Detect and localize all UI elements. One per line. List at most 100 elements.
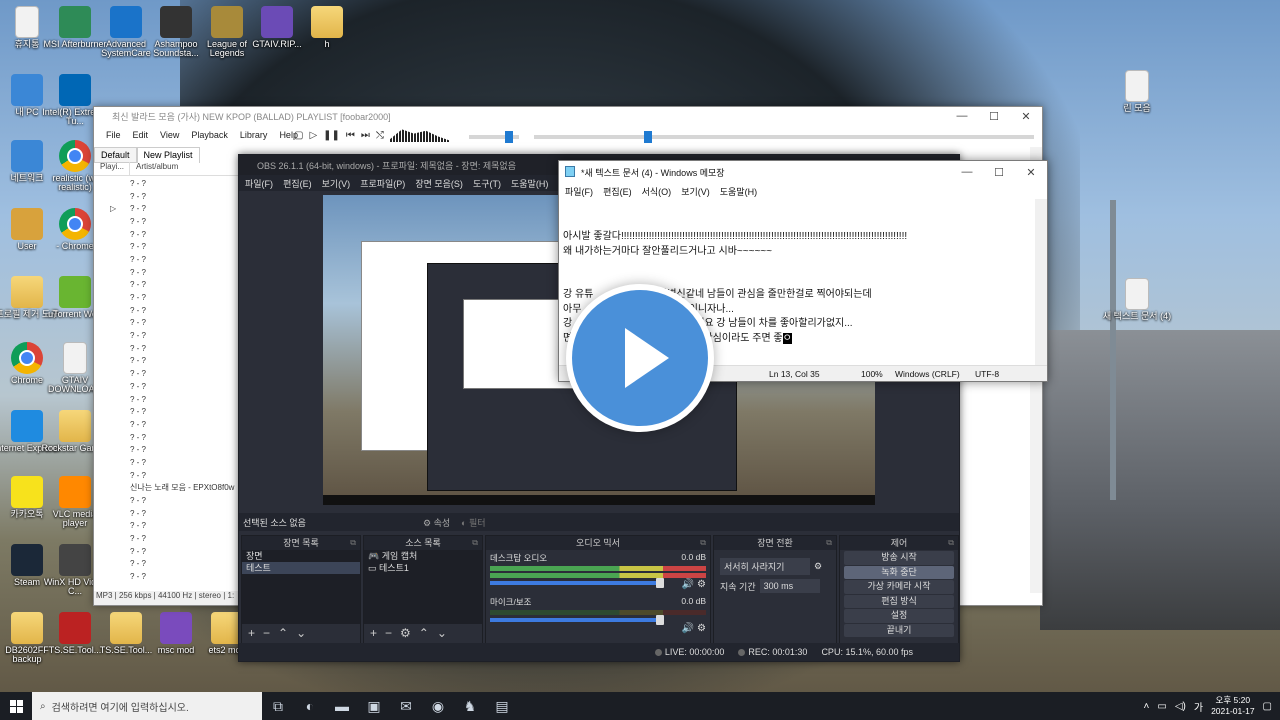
playlist-row[interactable]: ? - ?	[94, 355, 244, 368]
store-icon[interactable]: ▣	[358, 692, 390, 720]
play-icon[interactable]: ▷	[309, 130, 317, 141]
desktop-icon[interactable]: 린 모음	[1102, 70, 1172, 113]
start-button[interactable]	[0, 699, 32, 713]
notepad-menu-view[interactable]: 보기(V)	[681, 185, 710, 198]
minimize-icon[interactable]: —	[951, 163, 983, 181]
add-icon[interactable]: +	[248, 626, 255, 640]
stop-recording-button[interactable]: 녹화 중단	[844, 565, 954, 579]
column-artist-album[interactable]: Artist/album	[130, 162, 244, 175]
remove-icon[interactable]: −	[385, 626, 392, 640]
obs-menu-file[interactable]: 파일(F)	[245, 177, 273, 190]
playlist-row[interactable]: ? - ?	[94, 507, 244, 520]
playlist-row[interactable]: ? - ?	[94, 304, 244, 317]
volume-knob[interactable]	[505, 131, 513, 143]
notepad-scrollbar[interactable]	[1035, 199, 1047, 365]
foobar-icon[interactable]: ♞	[454, 692, 486, 720]
prev-icon[interactable]: ⏮	[346, 130, 355, 141]
source-item[interactable]: ▭ 테스트1	[364, 562, 482, 574]
playlist-row[interactable]: ? - ?	[94, 279, 244, 292]
obs-menu-edit[interactable]: 편집(E)	[283, 177, 312, 190]
playlist-row[interactable]: ? - ?	[94, 494, 244, 507]
playlist-row[interactable]: ? - ?	[94, 291, 244, 304]
volume-icon[interactable]: ◁)	[1175, 701, 1186, 712]
studio-mode-button[interactable]: 편집 방식	[844, 594, 954, 608]
ime-indicator[interactable]: 가	[1194, 699, 1203, 714]
scene-item[interactable]: 장면	[242, 550, 360, 562]
playlist-row[interactable]: ? - ?	[94, 418, 244, 431]
playlist-row[interactable]: ? - ?	[94, 393, 244, 406]
up-icon[interactable]: ⌃	[419, 626, 429, 640]
down-icon[interactable]: ⌄	[437, 626, 447, 640]
obs-menu-help[interactable]: 도움말(H)	[511, 177, 548, 190]
notepad-taskbar-icon[interactable]: ▤	[486, 692, 518, 720]
playlist-row[interactable]: ? - ?	[94, 405, 244, 418]
playlist-row[interactable]: ? - ?	[94, 177, 244, 190]
fader-knob[interactable]	[656, 615, 664, 625]
seek-bar[interactable]	[534, 131, 1034, 143]
playlist-row[interactable]: ? - ?	[94, 431, 244, 444]
notepad-menu-help[interactable]: 도움말(H)	[720, 185, 757, 198]
playlist-row[interactable]: ? - ?	[94, 266, 244, 279]
volume-fader[interactable]	[490, 578, 664, 588]
obs-menu-view[interactable]: 보기(V)	[322, 177, 351, 190]
source-item[interactable]: 🎮 게임 캡처	[364, 550, 482, 562]
speaker-icon[interactable]: 🔊 ⚙	[682, 579, 706, 590]
up-icon[interactable]: ⌃	[278, 626, 288, 640]
exit-button[interactable]: 끝내기	[844, 623, 954, 637]
maximize-icon[interactable]: ☐	[983, 163, 1015, 181]
maximize-icon[interactable]: ☐	[978, 107, 1010, 125]
scene-item[interactable]: 테스트	[242, 562, 360, 574]
notification-icon[interactable]: ▢	[1263, 701, 1272, 712]
playlist-row[interactable]: ? - ?	[94, 558, 244, 571]
obs-icon[interactable]: ◉	[422, 692, 454, 720]
duration-input[interactable]: 300 ms	[759, 579, 820, 593]
playlist-row[interactable]: 신나는 노래 모음 - EPXtO8f0w	[94, 482, 244, 495]
desktop-icon[interactable]: 새 텍스트 문서 (4)	[1102, 278, 1172, 321]
next-icon[interactable]: ⏭	[361, 130, 370, 141]
stop-icon[interactable]: ▢	[294, 130, 303, 141]
playlist-row[interactable]: ? - ?	[94, 215, 244, 228]
minimize-icon[interactable]: —	[946, 107, 978, 125]
playlist-row[interactable]: ? - ?	[94, 329, 244, 342]
playlist-row[interactable]: ? - ?	[94, 520, 244, 533]
playlist-row[interactable]: ? - ?	[94, 190, 244, 203]
menu-playback[interactable]: Playback	[191, 130, 228, 140]
edge-icon[interactable]: ◐	[294, 692, 326, 720]
transition-select[interactable]: 서서히 사라지기	[720, 558, 810, 575]
playlist-row[interactable]: ? - ?	[94, 380, 244, 393]
menu-library[interactable]: Library	[240, 130, 268, 140]
seek-knob[interactable]	[644, 131, 652, 143]
playlist-row[interactable]: ? - ?	[94, 240, 244, 253]
down-icon[interactable]: ⌄	[296, 626, 306, 640]
explorer-icon[interactable]: ▬	[326, 692, 358, 720]
menu-edit[interactable]: Edit	[133, 130, 149, 140]
speaker-icon[interactable]: 🔊 ⚙	[682, 623, 706, 634]
video-play-icon[interactable]	[566, 284, 714, 432]
playlist-row[interactable]: ? - ?	[94, 342, 244, 355]
volume-fader[interactable]	[490, 615, 664, 625]
playlist-row[interactable]: ? - ?	[94, 317, 244, 330]
obs-menu-tools[interactable]: 도구(T)	[473, 177, 501, 190]
start-streaming-button[interactable]: 방송 시작	[844, 551, 954, 565]
tray-chevron-icon[interactable]: ˄	[1144, 701, 1150, 712]
playlist-row[interactable]: ? - ?	[94, 532, 244, 545]
obs-menu-scene-collection[interactable]: 장면 모음(S)	[415, 177, 463, 190]
playlist-row[interactable]: ? - ?	[94, 469, 244, 482]
clock[interactable]: 오후 5:20 2021-01-17	[1211, 695, 1254, 717]
add-icon[interactable]: +	[370, 626, 377, 640]
remove-icon[interactable]: −	[263, 626, 270, 640]
playlist-row[interactable]: ? - ?	[94, 443, 244, 456]
foobar-titlebar[interactable]: 최신 발라드 모음 (가사) NEW KPOP (BALLAD) PLAYLIS…	[94, 107, 1042, 125]
fader-knob[interactable]	[656, 578, 664, 588]
column-playing[interactable]: Playi...	[94, 162, 130, 175]
settings-button[interactable]: 설정	[844, 609, 954, 623]
taskbar-search[interactable]: ⌕ 검색하려면 여기에 입력하십시오.	[32, 692, 262, 720]
playlist-row[interactable]: ? - ?	[94, 228, 244, 241]
filters-button[interactable]: ◐ 필터	[461, 516, 486, 529]
menu-file[interactable]: File	[106, 130, 121, 140]
notepad-menu-file[interactable]: 파일(F)	[565, 185, 593, 198]
gear-icon[interactable]: ⚙	[814, 561, 822, 572]
properties-button[interactable]: ⚙ 속성	[423, 516, 450, 529]
network-icon[interactable]: ▭	[1157, 701, 1166, 712]
playlist-row[interactable]: ? - ?	[94, 456, 244, 469]
